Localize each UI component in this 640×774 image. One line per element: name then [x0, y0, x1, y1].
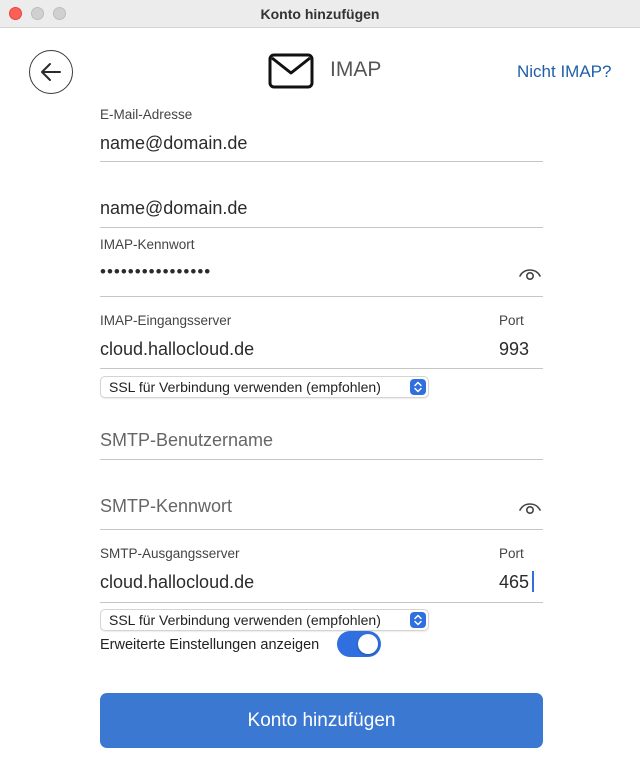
imap-server-field[interactable]: cloud.hallocloud.de — [100, 339, 254, 360]
imap-ssl-selected-value: SSL für Verbindung verwenden (empfohlen) — [109, 379, 381, 395]
imap-ssl-select[interactable]: SSL für Verbindung verwenden (empfohlen) — [100, 376, 429, 398]
advanced-settings-toggle[interactable] — [337, 631, 381, 657]
toggle-knob — [358, 634, 378, 654]
show-smtp-password-eye-icon[interactable] — [518, 500, 542, 516]
imap-server-underline — [100, 368, 543, 369]
username-underline — [100, 227, 543, 228]
updown-chevron-icon — [410, 379, 426, 395]
smtp-username-field[interactable]: SMTP-Benutzername — [100, 430, 273, 451]
not-imap-link[interactable]: Nicht IMAP? — [517, 62, 611, 82]
smtp-server-underline — [100, 602, 543, 603]
imap-port-label: Port — [499, 313, 524, 328]
imap-server-label: IMAP-Eingangsserver — [100, 313, 232, 328]
email-label: E-Mail-Adresse — [100, 107, 193, 122]
window-titlebar: Konto hinzufügen — [0, 0, 640, 28]
page-title: IMAP — [330, 58, 382, 81]
smtp-password-field[interactable]: SMTP-Kennwort — [100, 496, 232, 517]
smtp-ssl-select[interactable]: SSL für Verbindung verwenden (empfohlen) — [100, 609, 429, 631]
smtp-username-underline — [100, 459, 543, 460]
email-underline — [100, 161, 543, 162]
advanced-settings-label: Erweiterte Einstellungen anzeigen — [100, 637, 320, 653]
arrow-left-icon — [41, 63, 61, 81]
updown-chevron-icon — [410, 612, 426, 628]
add-account-button[interactable]: Konto hinzufügen — [100, 693, 543, 748]
text-cursor — [532, 571, 534, 592]
email-field[interactable]: name@domain.de — [100, 133, 247, 154]
smtp-server-label: SMTP-Ausgangsserver — [100, 546, 240, 561]
window-title: Konto hinzufügen — [260, 6, 380, 22]
imap-port-field[interactable]: 993 — [499, 339, 529, 360]
show-password-eye-icon[interactable] — [518, 266, 542, 282]
smtp-password-underline — [100, 529, 543, 530]
imap-password-underline — [100, 296, 543, 297]
smtp-server-field[interactable]: cloud.hallocloud.de — [100, 572, 254, 593]
smtp-port-field[interactable]: 465 — [499, 572, 529, 593]
smtp-port-label: Port — [499, 546, 524, 561]
mail-icon — [268, 53, 314, 89]
back-button[interactable] — [29, 50, 73, 94]
imap-password-field[interactable]: •••••••••••••••• — [100, 262, 211, 282]
username-field[interactable]: name@domain.de — [100, 198, 247, 219]
imap-password-label: IMAP-Kennwort — [100, 237, 195, 252]
smtp-ssl-selected-value: SSL für Verbindung verwenden (empfohlen) — [109, 612, 381, 628]
